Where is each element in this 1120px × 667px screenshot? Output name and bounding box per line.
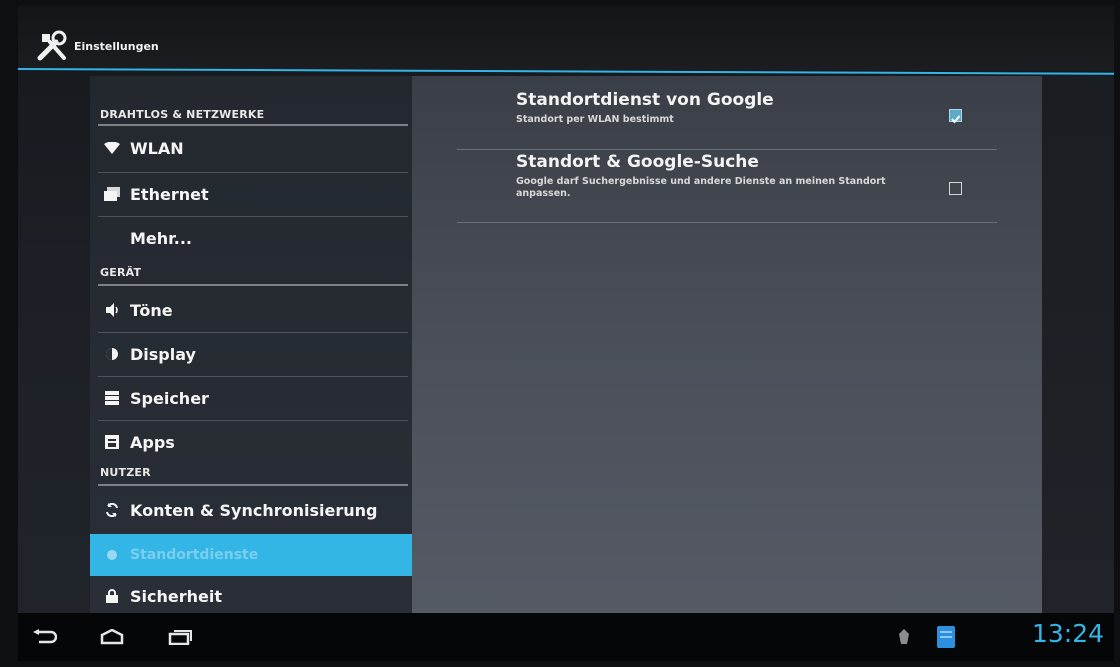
divider (98, 376, 408, 377)
sidebar-item-label: Standortdienste (130, 547, 259, 563)
sidebar-item-label: Apps (130, 432, 175, 452)
app-title: Einstellungen (74, 40, 159, 53)
sidebar-item-accounts-sync[interactable]: Konten & Synchronisierung (90, 490, 412, 530)
home-icon[interactable] (96, 625, 128, 649)
android-debug-icon[interactable] (894, 625, 914, 649)
ethernet-icon (102, 184, 122, 204)
sync-icon (102, 500, 122, 520)
clock[interactable]: 13:24 (1032, 619, 1104, 648)
pref-divider (457, 222, 997, 223)
pref-divider (457, 149, 997, 150)
sidebar-item-label: Speicher (130, 388, 209, 408)
action-bar: Einstellungen (18, 6, 1114, 70)
pref-summary: Google darf Suchergebnisse und andere Di… (516, 176, 886, 199)
section-divider (98, 124, 408, 126)
sidebar-item-more[interactable]: Mehr... (90, 218, 412, 258)
sidebar-item-label: Konten & Synchronisierung (130, 500, 378, 520)
pref-summary: Standort per WLAN bestimmt (516, 114, 674, 125)
checkbox-google-location[interactable] (949, 109, 962, 124)
wifi-icon (102, 138, 122, 158)
sidebar-item-security[interactable]: Sicherheit (90, 576, 412, 616)
divider (98, 332, 408, 333)
sidebar-item-label: Töne (130, 300, 173, 320)
section-header-device: GERÄT (100, 266, 142, 279)
back-icon[interactable] (28, 625, 60, 649)
settings-tools-icon[interactable] (34, 28, 72, 66)
sound-icon (102, 300, 122, 320)
recent-apps-icon[interactable] (164, 625, 196, 649)
sidebar-item-label: Sicherheit (130, 586, 222, 606)
section-header-wireless: DRAHTLOS & NETZWERKE (100, 108, 265, 121)
sidebar-item-label: Display (130, 344, 196, 364)
apps-icon (102, 432, 122, 452)
sidebar-item-sound[interactable]: Töne (90, 290, 412, 330)
storage-icon (102, 388, 122, 408)
screen: Einstellungen DRAHTLOS & NETZWERKE WLAN … (18, 6, 1114, 661)
sidebar-item-wlan[interactable]: WLAN (90, 128, 412, 168)
sidebar-item-display[interactable]: Display (90, 334, 412, 374)
settings-sidebar: DRAHTLOS & NETZWERKE WLAN Ethernet Mehr.… (90, 76, 412, 616)
lock-icon (102, 586, 122, 606)
system-bar: 13:24 (18, 613, 1114, 661)
sidebar-item-ethernet[interactable]: Ethernet (90, 174, 412, 214)
sidebar-item-label: WLAN (130, 138, 184, 158)
sidebar-item-storage[interactable]: Speicher (90, 378, 412, 418)
pref-title: Standortdienst von Google (516, 90, 774, 110)
checkbox-location-search[interactable] (949, 182, 962, 195)
settings-detail-panel: Standortdienst von Google Standort per W… (412, 76, 1042, 616)
background-edge (1042, 76, 1114, 616)
divider (98, 172, 408, 173)
location-icon (102, 545, 122, 565)
sidebar-item-label: Ethernet (130, 184, 209, 204)
sidebar-item-label: Mehr... (130, 228, 193, 248)
section-divider (98, 284, 408, 286)
section-divider (98, 484, 408, 486)
divider (98, 216, 408, 217)
divider (98, 420, 408, 421)
notification-icon[interactable] (934, 625, 958, 649)
sidebar-item-location-services[interactable]: Standortdienste (90, 534, 412, 576)
sidebar-item-apps[interactable]: Apps (90, 422, 412, 462)
display-icon (102, 344, 122, 364)
pref-title: Standort & Google-Suche (516, 152, 759, 172)
blank-icon (102, 228, 122, 248)
section-header-user: NUTZER (100, 466, 151, 479)
